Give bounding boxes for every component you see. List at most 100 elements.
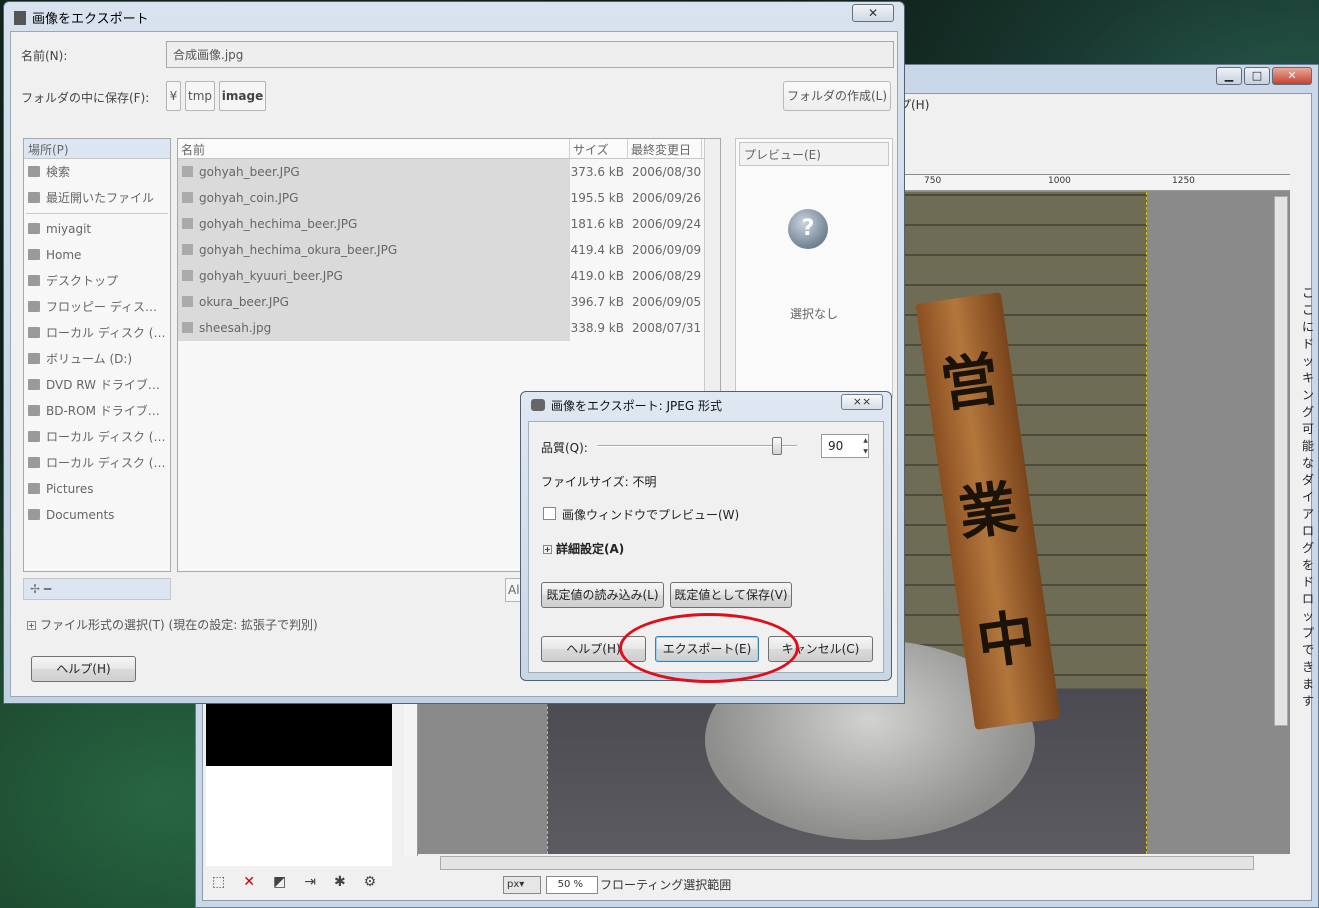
help-button[interactable]: ヘルプ(H)	[31, 656, 136, 682]
file-name: gohyah_beer.JPG	[199, 165, 300, 179]
vertical-scrollbar[interactable]	[1274, 196, 1288, 726]
place-item-recent[interactable]: 最近開いたファイル	[24, 185, 170, 211]
preview-panel: プレビュー(E) ? 選択なし	[735, 138, 893, 398]
add-remove-bookmark-buttons[interactable]: ✢ ━	[23, 578, 171, 600]
delete-icon[interactable]: ✕	[243, 874, 255, 890]
place-item-local-disk[interactable]: ローカル ディスク (…	[24, 320, 170, 346]
place-item-desktop[interactable]: デスクトップ	[24, 268, 170, 294]
file-row[interactable]: okura_beer.JPG 396.7 kB 2006/09/05	[178, 289, 720, 315]
sign-char: 業	[954, 473, 1022, 549]
file-date: 2006/09/26	[632, 191, 702, 205]
preview-header[interactable]: プレビュー(E)	[739, 142, 889, 166]
drive-icon	[28, 431, 40, 442]
place-label: 検索	[46, 165, 71, 179]
folder-icon	[28, 509, 40, 520]
place-item-local-disk[interactable]: ローカル ディスク (…	[24, 450, 170, 476]
jpeg-dialog-title: 画像をエクスポート: JPEG 形式	[531, 397, 722, 414]
create-folder-button[interactable]: フォルダの作成(L)	[783, 81, 891, 111]
file-row[interactable]: sheesah.jpg 338.9 kB 2008/07/31	[178, 315, 720, 341]
file-size-label: ファイルサイズ: 不明	[541, 475, 657, 489]
recent-icon	[28, 192, 40, 203]
rect-select-icon[interactable]: ⬚	[212, 874, 225, 890]
file-date: 2006/09/05	[632, 295, 702, 309]
image-file-icon	[182, 244, 193, 255]
column-modified[interactable]: 最終変更日	[628, 139, 702, 158]
place-item-search[interactable]: 検索	[24, 159, 170, 185]
place-label: miyagit	[46, 222, 92, 236]
folder-icon	[28, 275, 40, 286]
paint-icon[interactable]: ◩	[273, 874, 286, 890]
place-item-volume-d[interactable]: ボリューム (D:)	[24, 346, 170, 372]
unit-select[interactable]: px▾	[503, 876, 541, 894]
file-size: 396.7 kB	[570, 295, 624, 309]
layer-preview	[206, 704, 392, 766]
jpeg-dialog-close-button[interactable]: ⨯⨯	[841, 394, 883, 410]
place-label: Home	[46, 248, 82, 262]
place-item-bdrom[interactable]: BD-ROM ドライブ…	[24, 398, 170, 424]
file-size: 181.6 kB	[570, 217, 624, 231]
export-icon[interactable]: ⇥	[304, 874, 316, 890]
breadcrumb-root[interactable]: ¥	[166, 81, 181, 111]
place-item-floppy[interactable]: フロッピー ディス…	[24, 294, 170, 320]
breadcrumb-tmp[interactable]: tmp	[185, 81, 215, 111]
place-label: 最近開いたファイル	[46, 191, 155, 205]
dialog-title: 画像をエクスポート	[14, 8, 149, 27]
save-defaults-button[interactable]: 既定値として保存(V)	[670, 582, 792, 608]
file-type-expander[interactable]: + ファイル形式の選択(T) (現在の設定: 拡張子で判別)	[27, 616, 318, 633]
status-text: フローティング選択範囲	[600, 878, 732, 892]
dialog-close-button[interactable]: ✕	[852, 4, 894, 22]
place-item-miyagit[interactable]: miyagit	[24, 216, 170, 242]
top-ruler: 750 1000 1250	[904, 175, 1290, 191]
breadcrumb-image[interactable]: image	[219, 81, 266, 111]
window-caption-buttons: ▁ □ ✕	[1216, 67, 1312, 85]
file-row[interactable]: gohyah_hechima_okura_beer.JPG 419.4 kB 200…	[178, 237, 720, 263]
preview-checkbox[interactable]	[543, 507, 556, 520]
file-size: 419.0 kB	[570, 269, 624, 283]
folder-icon	[28, 483, 40, 494]
horizontal-scrollbar[interactable]	[440, 856, 1254, 870]
left-ruler	[404, 700, 418, 856]
tool-options-icon[interactable]: ⚙	[364, 874, 377, 890]
advanced-expander[interactable]: + 詳細設定(A)	[543, 540, 624, 557]
image-file-icon	[182, 192, 193, 203]
file-type-label: ファイル形式の選択(T) (現在の設定: 拡張子で判別)	[40, 618, 318, 632]
image-file-icon	[182, 296, 193, 307]
file-name-input[interactable]: 合成画像.jpg	[166, 41, 894, 68]
load-defaults-button[interactable]: 既定値の読み込み(L)	[541, 582, 664, 608]
place-item-home[interactable]: Home	[24, 242, 170, 268]
place-item-documents[interactable]: Documents	[24, 502, 170, 528]
zoom-select[interactable]: 50 %	[546, 876, 598, 894]
file-size: 195.5 kB	[570, 191, 624, 205]
close-button[interactable]: ✕	[1272, 67, 1312, 85]
place-label: DVD RW ドライブ…	[46, 378, 160, 392]
preview-checkbox-label[interactable]: 画像ウィンドウでプレビュー(W)	[562, 506, 739, 523]
quality-slider[interactable]	[597, 445, 797, 447]
drive-icon	[28, 353, 40, 364]
minimize-button[interactable]: ▁	[1216, 67, 1242, 85]
settings-icon[interactable]: ✱	[334, 874, 346, 890]
folder-icon	[28, 249, 40, 260]
file-name: gohyah_hechima_okura_beer.JPG	[199, 243, 398, 257]
places-header[interactable]: 場所(P)	[24, 139, 170, 159]
maximize-button[interactable]: □	[1244, 67, 1270, 85]
place-item-local-disk[interactable]: ローカル ディスク (…	[24, 424, 170, 450]
place-label: ローカル ディスク (…	[46, 456, 166, 470]
gimp-icon	[531, 399, 545, 411]
disc-icon	[28, 379, 40, 390]
file-row[interactable]: gohyah_beer.JPG 373.6 kB 2006/08/30	[178, 159, 720, 185]
quality-spin-buttons[interactable]: ▲ ▼	[861, 435, 870, 457]
ruler-label: 750	[924, 176, 942, 186]
file-row[interactable]: gohyah_hechima_beer.JPG 181.6 kB 2006/09/2…	[178, 211, 720, 237]
file-row[interactable]: gohyah_coin.JPG 195.5 kB 2006/09/26	[178, 185, 720, 211]
place-item-dvd[interactable]: DVD RW ドライブ…	[24, 372, 170, 398]
file-row[interactable]: gohyah_kyuuri_beer.JPG 419.0 kB 2006/08/29	[178, 263, 720, 289]
column-size[interactable]: サイズ	[570, 139, 628, 158]
place-label: ローカル ディスク (…	[46, 430, 166, 444]
place-label: ローカル ディスク (…	[46, 326, 166, 340]
place-item-pictures[interactable]: Pictures	[24, 476, 170, 502]
expand-icon: +	[543, 545, 552, 554]
quality-slider-thumb[interactable]	[772, 437, 782, 455]
column-name[interactable]: 名前	[178, 139, 570, 158]
drive-icon	[28, 327, 40, 338]
file-name: gohyah_kyuuri_beer.JPG	[199, 269, 343, 283]
